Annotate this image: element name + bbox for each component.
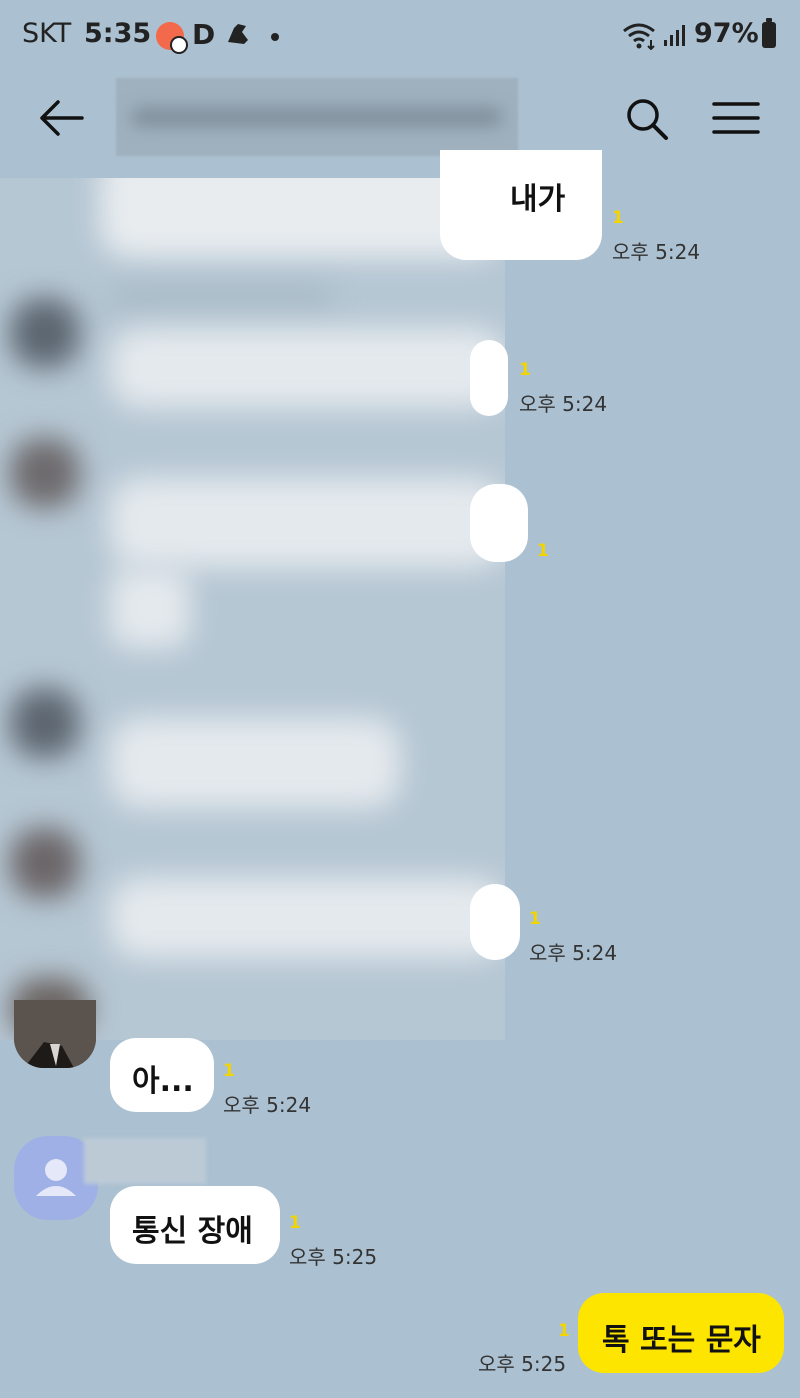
carrier-label: SKT (22, 18, 72, 49)
message-time: 오후 5:25 (289, 1245, 378, 1269)
shoe-icon (228, 24, 248, 44)
arrow-left-icon[interactable] (36, 96, 86, 140)
redacted-area (0, 178, 505, 1040)
message-bubble[interactable]: 내가 (440, 150, 602, 260)
app-notification-icon (156, 22, 188, 54)
message-time: 오후 5:25 (478, 1352, 567, 1376)
message-text: 아... (132, 1064, 194, 1099)
message-text: 통신 장애 (132, 1214, 253, 1249)
unread-count: 1 (612, 208, 624, 228)
avatar[interactable] (14, 1000, 96, 1068)
chat-room-title (116, 78, 518, 156)
status-bar: SKT 5:35 D 97% (0, 0, 800, 72)
message-bubble[interactable] (470, 884, 520, 960)
message-time: 오후 5:24 (612, 240, 701, 264)
message-bubble[interactable] (470, 340, 508, 416)
battery-percent: 97% (694, 18, 759, 49)
app-letter-icon: D (192, 18, 216, 51)
sender-name (84, 1138, 206, 1184)
hamburger-menu-icon[interactable] (710, 96, 762, 140)
message-time: 오후 5:24 (519, 392, 608, 416)
battery-icon (762, 18, 776, 48)
unread-count: 1 (529, 909, 541, 929)
message-bubble[interactable] (470, 484, 528, 562)
unread-count: 1 (223, 1061, 235, 1081)
my-message-bubble[interactable]: 톡 또는 문자 (578, 1293, 784, 1373)
more-notifications-dot-icon (271, 33, 279, 41)
chat-header (0, 72, 800, 164)
wifi-icon (623, 23, 655, 50)
unread-count: 1 (558, 1321, 570, 1341)
message-text: 톡 또는 문자 (602, 1323, 761, 1358)
profile-photo (14, 1000, 96, 1068)
unread-count: 1 (537, 541, 549, 561)
unread-count: 1 (519, 360, 531, 380)
message-bubble[interactable]: 통신 장애 (110, 1186, 280, 1264)
message-bubble[interactable]: 아... (110, 1038, 214, 1112)
signal-icon (664, 25, 685, 46)
message-time: 오후 5:24 (529, 941, 618, 965)
status-time: 5:35 (84, 18, 152, 49)
unread-count: 1 (289, 1213, 301, 1233)
message-time: 오후 5:24 (223, 1093, 312, 1117)
message-text: 내가 (510, 182, 566, 217)
search-icon[interactable] (624, 96, 670, 142)
